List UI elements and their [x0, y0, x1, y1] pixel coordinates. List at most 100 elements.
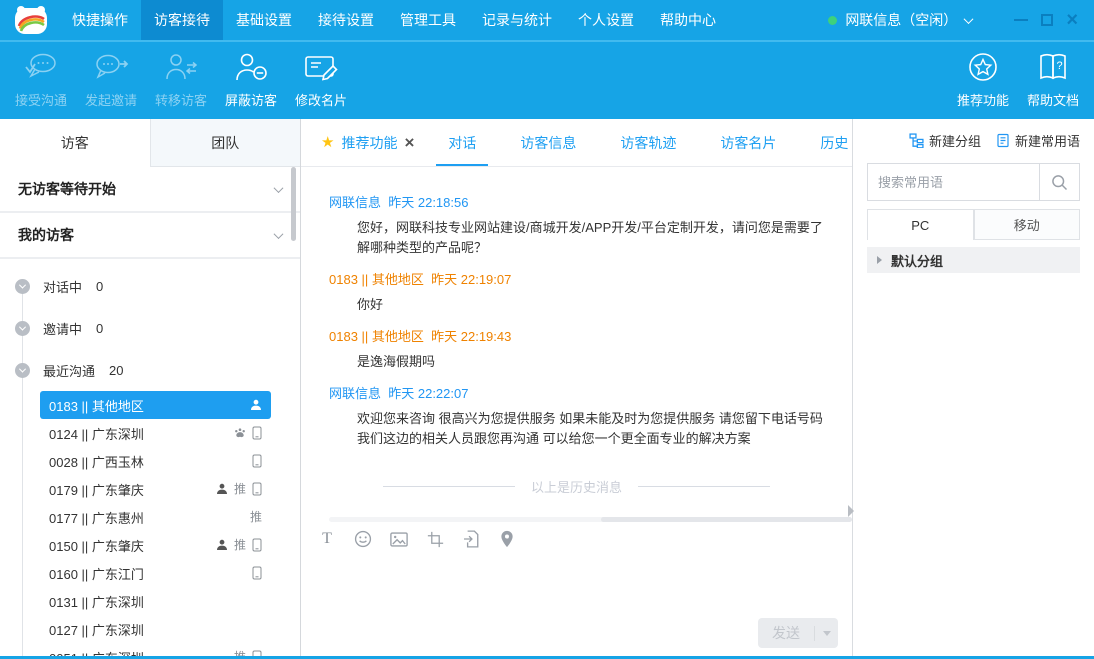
- send-button[interactable]: 发送: [758, 618, 838, 648]
- group-recent-chats[interactable]: 最近沟通 20: [0, 349, 300, 391]
- tab-visitor-track[interactable]: 访客轨迹: [598, 119, 698, 167]
- agent-status-dropdown[interactable]: 网联信息（空闲）: [828, 10, 972, 30]
- new-phrase-button[interactable]: 新建常用语: [996, 131, 1080, 150]
- tab-pc[interactable]: PC: [867, 209, 974, 240]
- default-group-row[interactable]: 默认分组: [867, 247, 1080, 273]
- collapse-circle-icon: [15, 321, 30, 336]
- search-button[interactable]: [1039, 164, 1079, 200]
- send-file-icon[interactable]: [462, 530, 480, 548]
- screenshot-icon[interactable]: [426, 530, 444, 548]
- push-badge: 推: [234, 539, 246, 551]
- menu-records-stats[interactable]: 记录与统计: [469, 0, 565, 40]
- help-doc-button[interactable]: ? 帮助文档: [1018, 52, 1088, 109]
- recommend-feature-button[interactable]: 推荐功能: [948, 52, 1018, 109]
- start-invite-button[interactable]: 发起邀请: [76, 52, 146, 109]
- message-header: 0183 || 其他地区 昨天 22:19:07: [329, 269, 824, 288]
- chevron-down-icon: [274, 229, 284, 239]
- tab-visitor-info[interactable]: 访客信息: [498, 119, 598, 167]
- visitor-name: 0028 || 广西玉林: [49, 452, 144, 471]
- menu-admin-tools[interactable]: 管理工具: [387, 0, 469, 40]
- message: 网联信息 昨天 22:18:56 您好，网联科技专业网站建设/商城开发/APP开…: [329, 192, 824, 258]
- collapse-panel-handle[interactable]: [848, 505, 854, 517]
- search-input[interactable]: [868, 164, 1039, 200]
- visitor-row[interactable]: 0177 || 广东惠州 推: [40, 503, 271, 531]
- tab-team[interactable]: 团队: [150, 119, 301, 167]
- transfer-visitor-button[interactable]: 转移访客: [146, 52, 216, 109]
- section-my-visitors[interactable]: 我的访客: [0, 213, 300, 259]
- edit-card-button[interactable]: 修改名片: [286, 52, 356, 109]
- phone-icon: [252, 426, 262, 440]
- visitor-row[interactable]: 0179 || 广东肇庆 推: [40, 475, 271, 503]
- close-button[interactable]: ×: [1066, 13, 1078, 27]
- visitor-name: 0160 || 广东江门: [49, 564, 144, 583]
- section-label: 无访客等待开始: [18, 179, 116, 199]
- tab-visitors[interactable]: 访客: [0, 119, 150, 167]
- star-circle-icon: [965, 52, 1001, 85]
- window-controls: ×: [1014, 13, 1078, 27]
- emoji-icon[interactable]: [354, 530, 372, 548]
- menu-personal-settings[interactable]: 个人设置: [565, 0, 647, 40]
- recommend-feature-label: 推荐功能: [957, 90, 1009, 109]
- visitor-row[interactable]: 0183 || 其他地区: [40, 391, 271, 419]
- visitor-row[interactable]: 0051 || 广东深圳 推: [40, 643, 271, 656]
- main-menu: 快捷操作 访客接待 基础设置 接待设置 管理工具 记录与统计 个人设置 帮助中心: [59, 0, 729, 40]
- tab-visitor-card[interactable]: 访客名片: [698, 119, 798, 167]
- person-icon: [216, 483, 228, 495]
- visitor-row[interactable]: 0127 || 广东深圳: [40, 615, 271, 643]
- group-inviting[interactable]: 邀请中 0: [0, 307, 300, 349]
- phone-icon: [252, 454, 262, 468]
- new-phrase-icon: [996, 133, 1010, 148]
- help-doc-icon: ?: [1035, 52, 1071, 85]
- new-group-label: 新建分组: [929, 131, 981, 150]
- minimize-button[interactable]: [1014, 19, 1028, 21]
- message-list: 网联信息 昨天 22:18:56 您好，网联科技专业网站建设/商城开发/APP开…: [301, 167, 852, 517]
- menu-visitor-reception[interactable]: 访客接待: [141, 0, 223, 40]
- font-icon[interactable]: T: [318, 530, 336, 548]
- visitor-row[interactable]: 0131 || 广东深圳: [40, 587, 271, 615]
- block-visitor-button[interactable]: 屏蔽访客: [216, 52, 286, 109]
- compose-footer: 发送: [301, 610, 852, 656]
- image-icon[interactable]: [390, 530, 408, 548]
- paw-icon: [234, 427, 246, 439]
- phone-icon: [252, 482, 262, 496]
- tab-conversation[interactable]: 对话: [426, 119, 498, 167]
- menu-help-center[interactable]: 帮助中心: [647, 0, 729, 40]
- message: 0183 || 其他地区 昨天 22:19:43 是逸海假期吗: [329, 326, 824, 372]
- new-group-icon: [909, 133, 924, 148]
- compose-area: T: [301, 517, 852, 656]
- group-in-conversation[interactable]: 对话中 0: [0, 265, 300, 307]
- compose-scrollbar[interactable]: [329, 517, 852, 522]
- visitor-row[interactable]: 0160 || 广东江门: [40, 559, 271, 587]
- group-label: 最近沟通: [43, 361, 95, 380]
- menu-basic-settings[interactable]: 基础设置: [223, 0, 305, 40]
- app-logo-icon: [13, 4, 49, 36]
- visitor-row[interactable]: 0124 || 广东深圳: [40, 419, 271, 447]
- send-options-button[interactable]: [815, 631, 838, 636]
- section-no-waiting-visitors[interactable]: 无访客等待开始: [0, 167, 300, 213]
- phrase-tabs: PC 移动: [867, 209, 1080, 240]
- tab-recommend-feature[interactable]: ★ 推荐功能 ×: [309, 119, 426, 167]
- visitor-row[interactable]: 0028 || 广西玉林: [40, 447, 271, 475]
- menu-reception-settings[interactable]: 接待设置: [305, 0, 387, 40]
- phrase-search: [867, 163, 1080, 201]
- message-time: 昨天 22:22:07: [388, 386, 468, 401]
- message-text: 是逸海假期吗: [329, 352, 824, 372]
- location-icon[interactable]: [498, 530, 516, 548]
- group-count: 20: [109, 363, 123, 378]
- maximize-button[interactable]: [1041, 14, 1053, 26]
- agent-status-label: 网联信息（空闲）: [845, 10, 957, 30]
- close-icon[interactable]: ×: [404, 134, 414, 151]
- accept-chat-button[interactable]: 接受沟通: [6, 52, 76, 109]
- new-group-button[interactable]: 新建分组: [909, 131, 981, 150]
- menu-quick-actions[interactable]: 快捷操作: [59, 0, 141, 40]
- app-window: 快捷操作 访客接待 基础设置 接待设置 管理工具 记录与统计 个人设置 帮助中心…: [0, 0, 1094, 659]
- visitor-row[interactable]: 0150 || 广东肇庆 推: [40, 531, 271, 559]
- sidebar-scrollbar[interactable]: [291, 167, 296, 241]
- tab-mobile[interactable]: 移动: [974, 209, 1081, 240]
- default-group-label: 默认分组: [891, 251, 943, 270]
- message-time: 昨天 22:19:07: [431, 272, 511, 287]
- tab-history[interactable]: 历史: [798, 119, 852, 167]
- message-input[interactable]: [301, 556, 852, 610]
- tab-label: 推荐功能: [341, 119, 397, 167]
- group-count: 0: [96, 279, 103, 294]
